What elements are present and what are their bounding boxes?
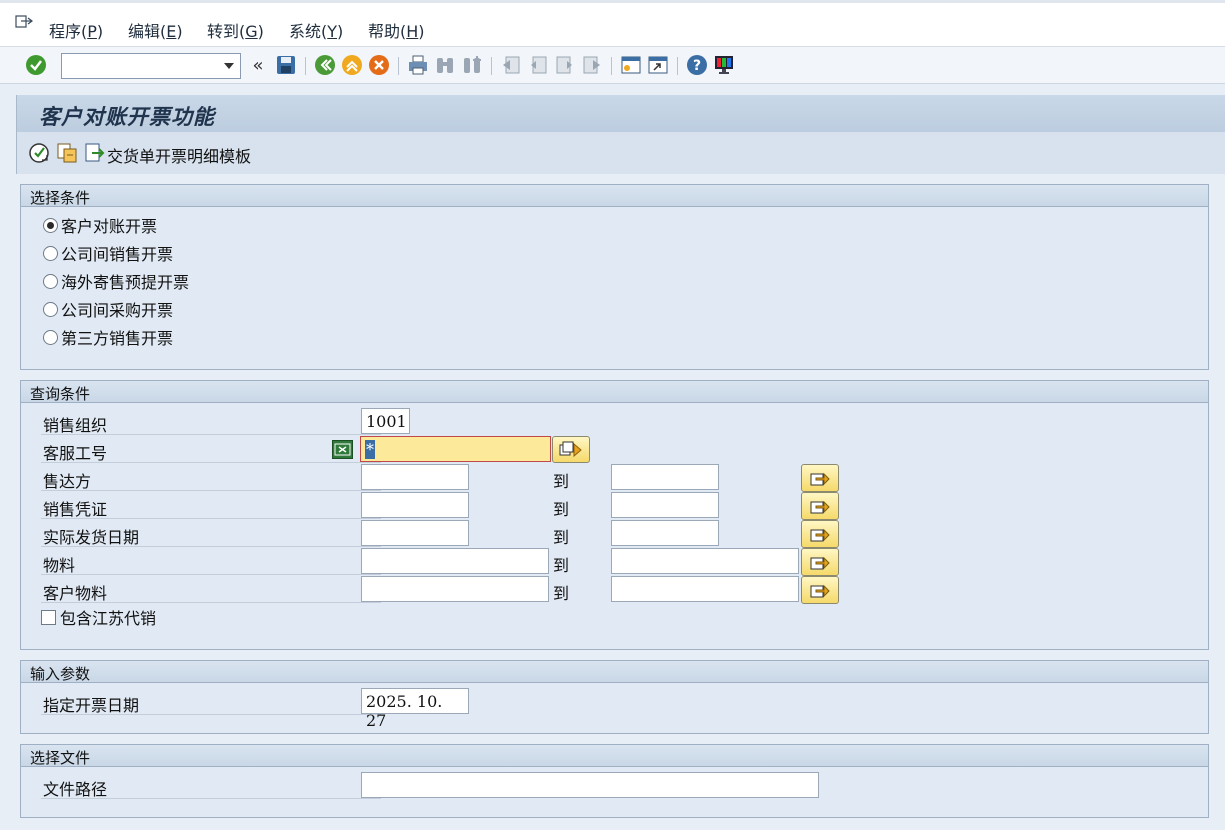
file-group-title: 选择文件: [30, 749, 91, 767]
system-menu-icon[interactable]: [14, 13, 34, 31]
radio-intercompany-sales[interactable]: 公司间销售开票: [43, 242, 173, 264]
invoice-date-label: 指定开票日期: [43, 696, 140, 715]
arrow-right-icon: [810, 500, 830, 514]
cancel-icon[interactable]: [367, 53, 391, 77]
service-no-label: 客服工号: [43, 444, 108, 463]
menu-help[interactable]: 帮助(H): [368, 18, 425, 42]
query-group: 查询条件 销售组织 1001 客服工号 * 售达方 到 销售凭证 到 实际发货日…: [20, 380, 1209, 650]
file-path-label: 文件路径: [43, 780, 108, 799]
input-parameters-group-title: 输入参数: [30, 665, 91, 683]
to-label: 到: [553, 556, 570, 575]
menu-program[interactable]: 程序(P): [49, 18, 103, 42]
material-multiple-selection-button[interactable]: [801, 548, 839, 576]
help-icon[interactable]: ?: [685, 53, 709, 77]
file-path-field[interactable]: [361, 772, 819, 798]
menu-bar: 程序(P) 编辑(E) 转到(G) 系统(Y) 帮助(H): [0, 0, 1225, 46]
arrow-right-icon: [810, 528, 830, 542]
goods-issue-date-label: 实际发货日期: [43, 528, 140, 547]
last-page-icon[interactable]: [580, 53, 604, 77]
sold-to-to-field[interactable]: [611, 464, 719, 490]
radio-overseas-consignment[interactable]: 海外寄售预提开票: [43, 270, 189, 292]
sales-doc-to-field[interactable]: [611, 492, 719, 518]
save-icon[interactable]: [274, 53, 298, 77]
previous-page-icon[interactable]: [526, 53, 550, 77]
invoice-date-field[interactable]: 2025. 10. 27: [361, 688, 469, 730]
sales-org-label: 销售组织: [43, 416, 108, 435]
radio-button[interactable]: [43, 329, 58, 345]
radio-button[interactable]: [43, 217, 58, 233]
sold-to-multiple-selection-button[interactable]: [801, 464, 839, 492]
customer-material-label: 客户物料: [43, 584, 108, 603]
page-title: 客户对账开票功能: [39, 104, 215, 129]
sold-to-from-field[interactable]: [361, 464, 469, 490]
radio-third-party-sales[interactable]: 第三方销售开票: [43, 326, 173, 348]
sales-doc-from-field[interactable]: [361, 492, 469, 518]
first-page-icon[interactable]: [499, 53, 523, 77]
find-next-icon[interactable]: [460, 53, 484, 77]
input-parameters-group: 输入参数 指定开票日期 2025. 10. 27: [20, 660, 1209, 734]
service-no-field[interactable]: *: [360, 436, 551, 462]
to-label: 到: [553, 528, 570, 547]
customer-material-multiple-selection-button[interactable]: [801, 576, 839, 604]
goods-issue-date-multiple-selection-button[interactable]: [801, 520, 839, 548]
radio-button[interactable]: [43, 273, 58, 289]
print-icon[interactable]: [406, 53, 430, 77]
menu-goto[interactable]: 转到(G): [207, 18, 264, 42]
selection-group-title: 选择条件: [30, 189, 91, 207]
radio-customer-reconciliation[interactable]: 客户对账开票: [43, 214, 157, 236]
application-toolbar: 交货单开票明细模板: [16, 132, 1225, 174]
goods-issue-date-from-field[interactable]: [361, 520, 469, 546]
next-page-icon[interactable]: [553, 53, 577, 77]
to-label: 到: [553, 472, 570, 491]
material-from-field[interactable]: [361, 548, 549, 574]
sales-org-field[interactable]: 1001: [361, 408, 410, 434]
exit-icon[interactable]: [340, 53, 364, 77]
standard-toolbar: « ?: [0, 46, 1225, 84]
multiple-selection-icon: [559, 441, 582, 457]
find-icon[interactable]: [433, 53, 457, 77]
sales-doc-multiple-selection-button[interactable]: [801, 492, 839, 520]
customize-layout-icon[interactable]: [712, 53, 736, 77]
sales-doc-label: 销售凭证: [43, 500, 108, 519]
goods-issue-date-to-field[interactable]: [611, 520, 719, 546]
material-to-field[interactable]: [611, 548, 799, 574]
enter-icon[interactable]: [24, 53, 48, 77]
back-icon[interactable]: [313, 53, 337, 77]
customer-material-to-field[interactable]: [611, 576, 799, 602]
sold-to-label: 售达方: [43, 472, 92, 491]
menu-system[interactable]: 系统(Y): [289, 18, 343, 42]
radio-intercompany-purchase[interactable]: 公司间采购开票: [43, 298, 173, 320]
arrow-right-icon: [810, 584, 830, 598]
chevron-down-icon[interactable]: [224, 63, 234, 69]
selection-group: 选择条件 客户对账开票 公司间销售开票 海外寄售预提开票 公司间采购开票 第三方…: [20, 184, 1209, 370]
get-variant-icon[interactable]: [56, 142, 78, 164]
radio-button[interactable]: [43, 245, 58, 261]
arrow-right-icon: [810, 472, 830, 486]
material-label: 物料: [43, 556, 76, 575]
include-jiangsu-checkbox[interactable]: [41, 609, 56, 625]
svg-text:?: ?: [693, 58, 701, 74]
service-no-multiple-selection-button[interactable]: [552, 436, 590, 463]
menu-edit[interactable]: 编辑(E): [128, 18, 183, 42]
customer-material-from-field[interactable]: [361, 576, 549, 602]
title-bar: 客户对账开票功能: [16, 95, 1225, 132]
create-session-icon[interactable]: [619, 53, 643, 77]
include-jiangsu-checkbox-row[interactable]: 包含江苏代销: [41, 606, 156, 628]
to-label: 到: [553, 584, 570, 603]
selection-option-icon[interactable]: [332, 440, 353, 459]
radio-button[interactable]: [43, 301, 58, 317]
command-field[interactable]: [61, 53, 241, 79]
to-label: 到: [553, 500, 570, 519]
arrow-right-icon: [810, 556, 830, 570]
shortcut-icon[interactable]: [646, 53, 670, 77]
file-group: 选择文件 文件路径: [20, 744, 1209, 818]
variant-template-icon[interactable]: [84, 142, 106, 164]
execute-icon[interactable]: [28, 142, 50, 164]
collapse-icon[interactable]: «: [246, 53, 270, 77]
variant-template-label[interactable]: 交货单开票明细模板: [107, 143, 251, 167]
query-group-title: 查询条件: [30, 385, 91, 403]
